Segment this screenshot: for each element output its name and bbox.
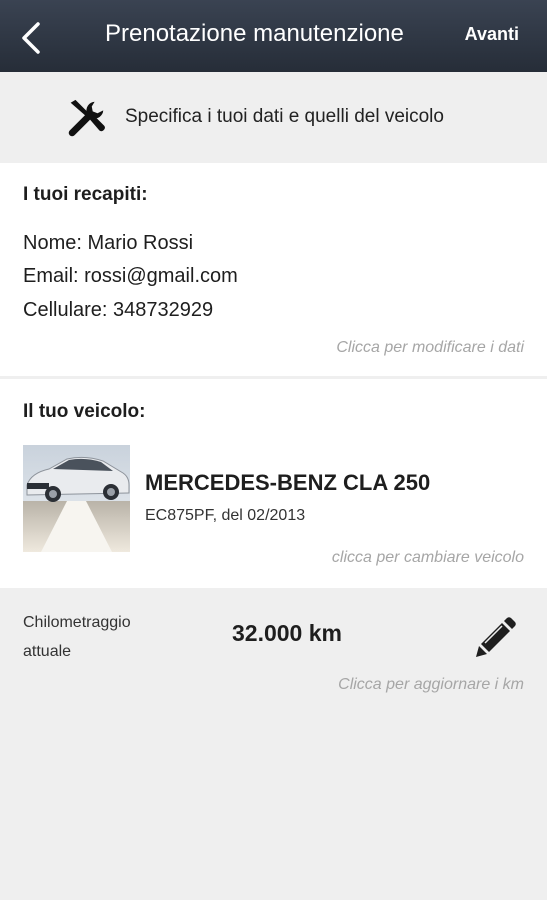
vehicle-plate-date: EC875PF, del 02/2013 <box>145 507 306 524</box>
app-bar: Prenotazione manutenzione Avanti <box>0 0 547 72</box>
intro-banner: Specifica i tuoi dati e quelli del veico… <box>0 72 547 162</box>
contact-phone: Cellulare: 348732929 <box>23 299 214 321</box>
next-button[interactable]: Avanti <box>465 24 519 45</box>
mileage-value: 32.000 km <box>232 620 342 646</box>
update-mileage-hint[interactable]: Clicca per aggiornare i km <box>338 676 524 694</box>
mileage-row[interactable]: Chilometraggio attuale 32.000 km Clicca … <box>0 591 547 711</box>
edit-contact-hint[interactable]: Clicca per modificare i dati <box>336 339 524 357</box>
intro-text: Specifica i tuoi dati e quelli del veico… <box>125 106 444 127</box>
page-title: Prenotazione manutenzione <box>105 20 404 47</box>
vehicle-card[interactable]: Il tuo veicolo: MERCEDES-BENZ CLA 250 EC… <box>0 379 547 588</box>
back-chevron-icon[interactable] <box>14 18 50 58</box>
tools-icon <box>68 99 105 137</box>
contact-card[interactable]: I tuoi recapiti: Nome: Mario Rossi Email… <box>0 163 547 376</box>
vehicle-model: MERCEDES-BENZ CLA 250 <box>145 470 431 495</box>
mileage-label: Chilometraggio attuale <box>23 614 131 660</box>
change-vehicle-hint[interactable]: clicca per cambiare veicolo <box>332 549 524 567</box>
pencil-icon[interactable] <box>471 614 519 662</box>
car-photo <box>23 445 130 552</box>
vehicle-heading: Il tuo veicolo: <box>23 401 146 422</box>
contact-name: Nome: Mario Rossi <box>23 232 194 254</box>
contact-email: Email: rossi@gmail.com <box>23 265 238 287</box>
contact-heading: I tuoi recapiti: <box>23 184 148 205</box>
